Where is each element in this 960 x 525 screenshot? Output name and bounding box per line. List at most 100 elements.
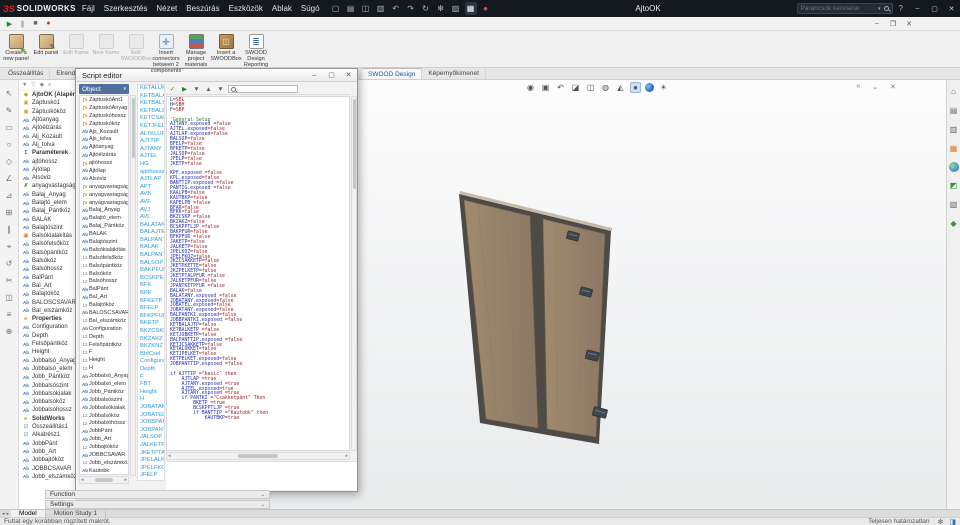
scenes-icon[interactable]: ◩: [948, 180, 959, 191]
collapse-pane-icon[interactable]: «: [856, 83, 860, 91]
tree-item[interactable]: Balajtó_elem: [19, 199, 76, 207]
object-list-item[interactable]: anyagvastagság: [80, 183, 128, 191]
minimize-icon[interactable]: –: [909, 0, 926, 17]
trim-icon[interactable]: ✂: [3, 275, 16, 286]
object-list-item[interactable]: JOBBCSAVAR: [80, 451, 128, 459]
pattern-icon[interactable]: ⊞: [3, 207, 16, 218]
macro-stop-icon[interactable]: ■: [29, 18, 42, 30]
help-icon[interactable]: ?: [899, 4, 903, 13]
object-list-item[interactable]: JobbPánt: [80, 427, 128, 435]
code-vscrollbar[interactable]: [351, 96, 357, 451]
zoom-fit-icon[interactable]: ◉: [525, 82, 536, 93]
object-list-item[interactable]: ZáptuskóAnyag: [80, 104, 128, 112]
object-list-item[interactable]: Height: [80, 356, 128, 364]
custom-properties-icon[interactable]: ▧: [948, 199, 959, 210]
keyword-item[interactable]: BALAK: [138, 244, 164, 252]
tree-item[interactable]: Balsópántköz: [19, 249, 76, 257]
tree-item[interactable]: Height: [19, 348, 76, 356]
tree-item[interactable]: Depth: [19, 332, 76, 340]
keyword-item[interactable]: KETJFELKET: [138, 123, 164, 131]
command-tab[interactable]: SWOOD Design: [362, 68, 423, 79]
appearances-ball-icon[interactable]: ●: [948, 162, 959, 172]
ribbon-button[interactable]: Insert connectors between 2 components: [151, 32, 181, 76]
macro-icon[interactable]: ▦: [464, 2, 477, 15]
rect-icon[interactable]: ▭: [3, 122, 16, 133]
command-tab[interactable]: Képernyőkimenet: [422, 68, 486, 79]
ribbon-button[interactable]: SWOOD Design Reporting: [241, 32, 271, 70]
tree-item[interactable]: Paraméterek: [19, 149, 76, 157]
tree-item[interactable]: Jobb_elszámköz: [19, 473, 76, 481]
tree-options-icon[interactable]: ≡: [48, 82, 51, 88]
tree-item[interactable]: Balaj_Pántköz: [19, 207, 76, 215]
keyword-item[interactable]: AVB: [138, 191, 164, 199]
object-list-item[interactable]: Alsóviz: [80, 175, 128, 183]
down-icon[interactable]: ▼: [216, 85, 225, 94]
keyword-item[interactable]: ALTKLUFT: [138, 131, 164, 139]
object-list-item[interactable]: Balsópántköz: [80, 262, 128, 270]
record-icon[interactable]: ●: [480, 2, 492, 15]
scene-icon[interactable]: ☀: [658, 82, 669, 93]
tree-item[interactable]: BALAK: [19, 215, 76, 223]
keyword-item[interactable]: JOBATANY: [138, 404, 164, 412]
tree-item[interactable]: Jobbalsó_elem: [19, 365, 76, 373]
object-list-item[interactable]: Bal_elszámköz: [80, 317, 128, 325]
object-list-item[interactable]: H: [80, 364, 128, 372]
keyword-item[interactable]: H: [138, 396, 164, 404]
object-list-item[interactable]: Felsőpántköz: [80, 341, 128, 349]
keyword-item[interactable]: ajtóhossz: [138, 169, 164, 177]
tree-filter-icon[interactable]: ▽: [31, 82, 35, 88]
maximize-icon[interactable]: ▢: [926, 0, 943, 17]
tree-item[interactable]: Jobb_Pántköz: [19, 373, 76, 381]
tree-item[interactable]: Properties: [19, 315, 76, 323]
menu-item[interactable]: Ablak: [272, 4, 292, 13]
keyword-item[interactable]: BALSOP: [138, 260, 164, 268]
tree-item[interactable]: Ajtóélzárás: [19, 124, 76, 132]
object-list-item[interactable]: Jobbalsószint: [80, 396, 128, 404]
close-icon[interactable]: ✕: [943, 0, 960, 17]
run-script-icon[interactable]: ▶: [180, 85, 189, 94]
object-list-item[interactable]: Jobbalsó_Anyag: [80, 372, 128, 380]
circle-icon[interactable]: ○: [3, 139, 16, 150]
object-list-item[interactable]: BALOSCSAVAR: [80, 309, 128, 317]
object-list-item[interactable]: Záptuskóhossz: [80, 112, 128, 120]
tree-item[interactable]: Alj_Kozault: [19, 132, 76, 140]
previous-view-icon[interactable]: ↶: [555, 82, 566, 93]
macro-record-icon[interactable]: ●: [42, 18, 55, 30]
rebuild-icon[interactable]: ↻: [420, 2, 432, 15]
tree-item[interactable]: Jobb_Art: [19, 448, 76, 456]
ribbon-button[interactable]: Manage project materials: [181, 32, 211, 70]
keyword-item[interactable]: JPELFKOZ: [138, 465, 164, 473]
chevron-down-icon[interactable]: ⌄: [261, 502, 265, 508]
doc-restore-icon[interactable]: ❐: [888, 20, 898, 28]
keyword-item[interactable]: AVF: [138, 199, 164, 207]
keyword-item[interactable]: JALKETPFUR: [138, 442, 164, 450]
window-minimize-icon[interactable]: –: [306, 69, 323, 81]
tree-pin-icon[interactable]: ◆: [40, 82, 44, 88]
object-list-item[interactable]: Jobbalsókialak: [80, 404, 128, 412]
chevron-down-icon[interactable]: ⌄: [261, 492, 265, 498]
menu-item[interactable]: Súgó: [301, 4, 320, 13]
tree-item[interactable]: anyagvastagság: [19, 182, 76, 190]
pin-pane-icon[interactable]: ⌄: [872, 83, 878, 91]
object-dropdown[interactable]: Object ▾: [79, 84, 129, 94]
code-editor[interactable]: L=SBL H=SBH F=SBP 'General Setup AJTANY.exp…: [166, 96, 350, 451]
open-icon[interactable]: ▤: [345, 2, 357, 15]
keyword-item[interactable]: BFELP: [138, 305, 164, 313]
object-list-item[interactable]: Jobb_Pántköz: [80, 388, 128, 396]
object-list-item[interactable]: Balsóköz: [80, 270, 128, 278]
tree-item[interactable]: JobbPánt: [19, 439, 76, 447]
tree-item[interactable]: Bal_Art: [19, 282, 76, 290]
undo-icon[interactable]: ↶: [390, 2, 402, 15]
keyword-item[interactable]: KETCSAKKETP: [138, 115, 164, 123]
ribbon-button[interactable]: New frame: [91, 32, 121, 58]
tree-item[interactable]: Configuration: [19, 323, 76, 331]
command-search[interactable]: ▾: [796, 3, 893, 14]
object-list-item[interactable]: Kautobk: [80, 467, 128, 474]
keyword-item[interactable]: JALSOP: [138, 434, 164, 442]
keyword-item[interactable]: BKZKNZ: [138, 343, 164, 351]
keyword-item[interactable]: AJTTIP: [138, 138, 164, 146]
keyword-item[interactable]: Configuration: [138, 358, 164, 366]
keyword-item[interactable]: JOBATEL: [138, 412, 164, 420]
tree-item[interactable]: Balaj_Anyag: [19, 191, 76, 199]
grid-icon[interactable]: ≡: [3, 309, 16, 320]
